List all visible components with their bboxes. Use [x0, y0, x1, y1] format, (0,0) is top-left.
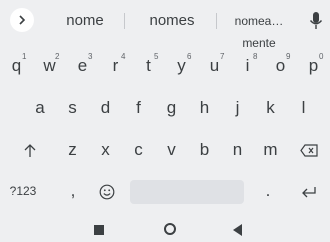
key-i[interactable]: i8 — [231, 46, 264, 86]
key-l[interactable]: l — [287, 88, 320, 128]
backspace-key[interactable] — [290, 130, 328, 170]
mic-icon — [309, 12, 323, 29]
expand-toolbar-button[interactable] — [10, 8, 34, 32]
key-hint: 6 — [187, 52, 192, 61]
key-h[interactable]: h — [188, 88, 221, 128]
key-hint: 8 — [253, 52, 258, 61]
key-r[interactable]: r4 — [99, 46, 132, 86]
square-icon[interactable] — [94, 225, 104, 235]
key-k[interactable]: k — [254, 88, 287, 128]
key-c[interactable]: c — [122, 130, 155, 170]
keyboard-row-3: z x c v b n m — [0, 130, 330, 174]
suggestion-divider — [124, 13, 125, 29]
keyboard-row-4: ?123 , . — [0, 171, 330, 215]
key-m[interactable]: m — [254, 130, 287, 170]
key-p[interactable]: p0 — [297, 46, 330, 86]
circle-icon[interactable] — [164, 223, 176, 235]
shift-arrow-up-icon — [24, 143, 36, 157]
triangle-back-icon[interactable] — [233, 224, 242, 236]
suggestion-2[interactable]: nomes — [132, 10, 212, 32]
period-key[interactable]: . — [256, 171, 280, 211]
key-q[interactable]: q1 — [0, 46, 33, 86]
key-x[interactable]: x — [89, 130, 122, 170]
key-t[interactable]: t5 — [132, 46, 165, 86]
backspace-icon — [300, 144, 318, 157]
key-b[interactable]: b — [188, 130, 221, 170]
system-navigation-bar — [0, 222, 330, 242]
suggestion-divider — [216, 13, 217, 29]
emoji-key[interactable] — [92, 171, 122, 211]
key-o[interactable]: o9 — [264, 46, 297, 86]
key-hint: 7 — [220, 52, 225, 61]
comma-key[interactable]: , — [60, 171, 86, 211]
key-hint: 0 — [319, 52, 324, 61]
enter-icon — [302, 186, 316, 197]
key-w[interactable]: w2 — [33, 46, 66, 86]
key-j[interactable]: j — [221, 88, 254, 128]
suggestion-bar: nome nomes nomea…mente — [0, 0, 330, 50]
key-s[interactable]: s — [56, 88, 89, 128]
key-e[interactable]: e3 — [66, 46, 99, 86]
emoji-icon — [99, 184, 115, 199]
key-f[interactable]: f — [122, 88, 155, 128]
keyboard-row-2: a s d f g h j k l — [0, 88, 330, 132]
key-y[interactable]: y6 — [165, 46, 198, 86]
key-z[interactable]: z — [56, 130, 89, 170]
enter-key[interactable] — [290, 171, 328, 211]
key-hint: 2 — [55, 52, 60, 61]
suggestion-1[interactable]: nome — [50, 10, 120, 32]
keyboard-row-1: q1 w2 e3 r4 t5 y6 u7 i8 o9 p0 — [0, 46, 330, 90]
mic-button[interactable] — [308, 10, 324, 32]
symbols-key[interactable]: ?123 — [2, 171, 44, 211]
key-u[interactable]: u7 — [198, 46, 231, 86]
key-g[interactable]: g — [155, 88, 188, 128]
space-bar[interactable] — [130, 180, 244, 204]
suggestion-3[interactable]: nomea…mente — [218, 10, 300, 50]
key-v[interactable]: v — [155, 130, 188, 170]
key-hint: 5 — [154, 52, 159, 61]
key-hint: 3 — [88, 52, 93, 61]
key-n[interactable]: n — [221, 130, 254, 170]
key-hint: 1 — [22, 52, 27, 61]
key-hint: 9 — [286, 52, 291, 61]
key-hint: 4 — [121, 52, 126, 61]
key-a[interactable]: a — [24, 88, 56, 128]
shift-key[interactable] — [10, 130, 50, 170]
chevron-right-icon — [19, 15, 26, 25]
key-d[interactable]: d — [89, 88, 122, 128]
